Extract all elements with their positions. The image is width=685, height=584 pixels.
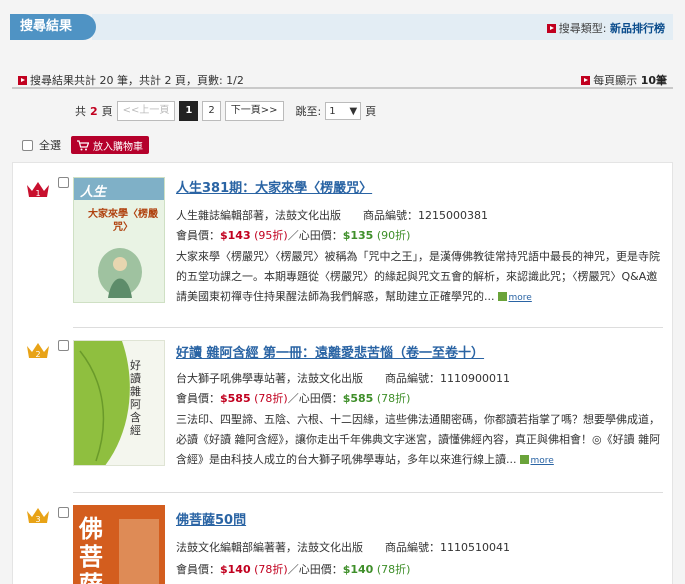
heart-price-label: ／心田價： [287,563,343,576]
more-icon [519,455,529,464]
member-price-label: 會員價： [176,229,220,242]
cover-art [98,248,142,298]
more-icon [497,292,507,301]
more-link[interactable]: more [531,456,554,466]
item-author: 台大獅子吼佛學專站著，法鼓文化出版 [176,372,363,385]
sku-value: 1110900011 [440,372,510,385]
crown-icon: 1 [27,182,49,198]
pagination: 共2頁 <<上一頁 1 2 下一頁>> 跳至: 1 ▼ 頁 [75,100,376,122]
member-price-label: 會員價： [176,392,220,405]
page-1-button[interactable]: 1 [179,101,199,121]
per-page: 每頁顯示 10筆 [581,72,667,88]
results-list: 1 人生 大家來學〈楞嚴咒〉 人生381期：大家來學〈楞嚴咒〉 人生雜誌編輯部著… [12,162,673,584]
item-divider [73,492,663,493]
book-cover[interactable]: 人生 大家來學〈楞嚴咒〉 [73,177,165,303]
item-price: 會員價：$143 (95折)／心田價：$135 (90折) [176,227,410,243]
book-cover[interactable]: 好讀 雜阿含經 [73,340,165,466]
heart-price: $140 [342,563,374,576]
item-title[interactable]: 人生381期：大家來學〈楞嚴咒〉 [176,177,372,196]
cover-title: 好讀 雜阿含經 [130,359,141,437]
heart-price-label: ／心田價： [287,229,343,242]
rank-number: 3 [35,515,40,524]
rank-number: 1 [35,189,40,198]
sku-label: 商品編號： [385,372,440,385]
item-description-text: 三法印、四聖諦、五陰、六根、十二因緣，這些佛法通關密碼，你都讀若指掌了嗎？想要學… [176,413,661,466]
divider [12,87,673,89]
select-all-bar: 全選 放入購物車 [22,136,149,154]
member-price: $140 [220,563,251,576]
item-checkbox[interactable] [58,507,69,518]
book-cover[interactable]: 佛菩薩 [73,505,165,584]
jump-label: 跳至: [295,105,322,118]
heart-price: $135 [342,229,374,242]
results-tab[interactable]: 搜尋結果 [10,14,96,40]
next-page-button[interactable]: 下一頁>> [224,101,284,121]
jump-suffix: 頁 [365,105,377,118]
search-type-label: 搜尋類型: [558,22,607,35]
member-discount: (78折) [254,392,288,405]
cover-title: 大家來學〈楞嚴咒〉 [88,209,158,233]
total-pages: 2 [90,104,98,118]
red-arrow-square-icon [546,24,556,33]
search-type-value[interactable]: 新品排行榜 [610,22,665,35]
item-description-text: 大家來學〈楞嚴咒〉〈楞嚴咒〉被稱為「咒中之王」，是漢傳佛教徒常持咒語中最長的神咒… [176,250,660,303]
add-to-cart-label: 放入購物車 [93,141,143,153]
crown-icon: 2 [27,343,49,359]
item-checkbox[interactable] [58,177,69,188]
cover-logo: 人生 [80,185,107,200]
select-all-label: 全選 [39,139,61,152]
jump-page-value: 1 [329,105,336,117]
result-summary: 搜尋結果共計 20 筆，共計 2 頁，頁數: 1/2 [18,72,244,88]
member-price: $143 [220,229,251,242]
jump-page-select[interactable]: 1 ▼ [325,102,362,120]
cart-icon [77,139,89,150]
item-title[interactable]: 好讀 雜阿含經 第一冊：遠離愛悲苦惱（卷一至卷十） [176,342,484,361]
heart-discount: (90折) [376,229,411,242]
heart-discount: (78折) [376,563,411,576]
item-description: 三法印、四聖諦、五陰、六根、十二因緣，這些佛法通關密碼，你都讀若指掌了嗎？想要學… [176,410,662,471]
crown-icon: 3 [27,508,49,524]
item-description: 大家來學〈楞嚴咒〉〈楞嚴咒〉被稱為「咒中之王」，是漢傳佛教徒常持咒語中最長的神咒… [176,247,662,308]
item-meta: 人生雜誌編輯部著，法鼓文化出版 商品編號：1215000381 [176,207,488,223]
item-meta: 法鼓文化編輯部編著著，法鼓文化出版 商品編號：1110510041 [176,539,510,555]
item-title[interactable]: 佛菩薩50問 [176,509,246,528]
more-link[interactable]: more [509,293,532,303]
sku-label: 商品編號： [363,209,418,222]
sku-value: 1110510041 [440,541,510,554]
item-meta: 台大獅子吼佛學專站著，法鼓文化出版 商品編號：1110900011 [176,370,510,386]
prev-page-button[interactable]: <<上一頁 [116,101,176,121]
total-pages-prefix: 共 [75,105,86,118]
add-to-cart-button[interactable]: 放入購物車 [71,136,149,154]
heart-discount: (78折) [376,392,411,405]
select-all-checkbox[interactable] [22,139,33,151]
red-arrow-square-icon [581,76,591,85]
member-price-label: 會員價： [176,563,220,576]
heart-price: $585 [342,392,374,405]
item-author: 人生雜誌編輯部著，法鼓文化出版 [176,209,341,222]
member-discount: (78折) [254,563,288,576]
item-author: 法鼓文化編輯部編著著，法鼓文化出版 [176,541,363,554]
rank-number: 2 [35,350,40,359]
search-type: 搜尋類型: 新品排行榜 [546,20,665,36]
total-pages-suffix: 頁 [101,105,113,118]
result-summary-text: 搜尋結果共計 20 筆，共計 2 頁，頁數: 1/2 [30,74,244,87]
chevron-down-icon: ▼ [349,105,358,117]
red-arrow-square-icon [18,76,27,85]
heart-price-label: ／心田價： [287,392,343,405]
sku-label: 商品編號： [385,541,440,554]
per-page-label: 每頁顯示 [593,74,638,87]
member-discount: (95折) [254,229,288,242]
item-price: 會員價：$140 (78折)／心田價：$140 (78折) [176,561,410,577]
item-checkbox[interactable] [58,340,69,351]
sku-value: 1215000381 [418,209,488,222]
member-price: $585 [220,392,251,405]
results-header: 搜尋結果 搜尋類型: 新品排行榜 [10,14,673,40]
per-page-value[interactable]: 10筆 [641,74,667,87]
leaf-art [74,341,130,465]
item-divider [73,327,663,328]
cover-title: 佛菩薩 [79,514,103,584]
page-2-button[interactable]: 2 [202,101,221,121]
item-price: 會員價：$585 (78折)／心田價：$585 (78折) [176,390,410,406]
